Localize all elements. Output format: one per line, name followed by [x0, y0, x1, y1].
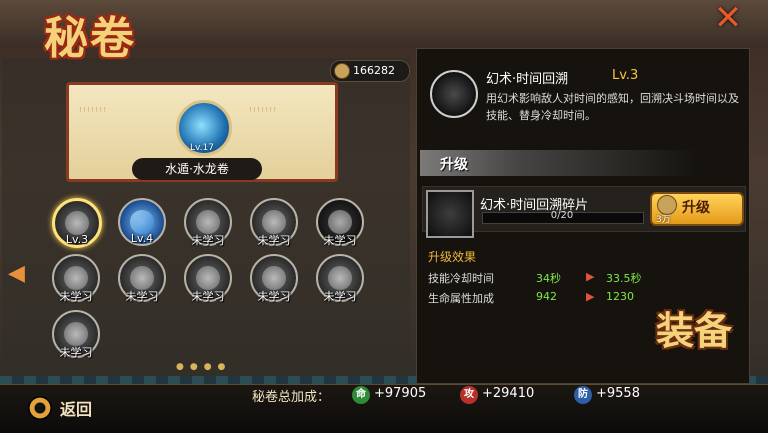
skill-10-icon [328, 266, 352, 290]
skill-slot-6[interactable]: 未学习 [52, 254, 100, 303]
attack-bonus-value: +29410 [482, 386, 535, 401]
currency-display: 166282 [330, 60, 410, 82]
upgrade-heading: 升级 [440, 157, 468, 173]
effect-from: 942 [536, 290, 557, 303]
effect-from: 34秒 [536, 272, 561, 285]
skill-7-icon [130, 266, 154, 290]
skill-slot-9[interactable]: 未学习 [250, 254, 298, 303]
skill-5-icon [328, 210, 352, 234]
equip-button[interactable]: 装备 [656, 308, 756, 408]
skill-slot-7[interactable]: 未学习 [118, 254, 166, 303]
skill-6-icon [64, 266, 88, 290]
skill-slot-11[interactable]: 未学习 [52, 310, 100, 359]
skill-level: Lv.3 [612, 68, 639, 83]
scroll-level: Lv.17 [190, 143, 214, 153]
bonus-label: 秘卷总加成： [252, 390, 331, 405]
arrow-right-icon: ▶ [586, 270, 595, 283]
scroll-name: 水遁·水龙卷 [132, 158, 262, 180]
prev-page-arrow-icon[interactable]: ◀ [8, 262, 28, 286]
page-title: 秘卷 [44, 13, 136, 64]
upgrade-cost: 3万 [656, 215, 671, 225]
skill-label: Lv.3 [65, 233, 89, 246]
skill-slot-10[interactable]: 未学习 [316, 254, 364, 303]
skill-slot-4[interactable]: 未学习 [250, 198, 298, 247]
selected-skill-icon [430, 70, 478, 118]
currency-amount: 166282 [353, 64, 395, 77]
attack-badge-icon: 攻 [460, 386, 478, 404]
skill-3-icon [196, 210, 220, 234]
arrow-right-icon: ▶ [586, 290, 595, 303]
effect-to: 1230 [606, 290, 634, 303]
skill-slot-2[interactable]: Lv.4 [118, 198, 166, 246]
skill-11-icon [64, 322, 88, 346]
skill-9-icon [262, 266, 286, 290]
skill-8-icon [196, 266, 220, 290]
skill-slot-3[interactable]: 未学习 [184, 198, 232, 247]
upgrade-header-bar [420, 150, 746, 176]
skill-label: 未学习 [125, 290, 159, 303]
effect-to: 33.5秒 [606, 272, 642, 285]
skill-slot-5[interactable]: 未学习 [316, 198, 364, 247]
skill-description: 用幻术影响敌人对时间的感知，回溯决斗场时间以及技能、替身冷却时间。 [486, 92, 739, 122]
effect-label: 技能冷却时间 [428, 272, 494, 285]
skill-label: 未学习 [257, 290, 291, 303]
skill-name: 幻术·时间回溯 [486, 72, 569, 87]
effects-heading: 升级效果 [428, 250, 477, 264]
effect-label: 生命属性加成 [428, 292, 494, 305]
life-bonus-value: +97905 [374, 386, 427, 401]
skill-label: 未学习 [323, 290, 357, 303]
coin-icon [334, 63, 350, 79]
skill-4-icon [262, 210, 286, 234]
defense-badge-icon: 防 [574, 386, 592, 404]
fragment-count: 0/20 [550, 210, 574, 221]
skill-label: 未学习 [191, 234, 225, 247]
life-badge-icon: 命 [352, 386, 370, 404]
skill-label: Lv.4 [130, 232, 154, 245]
skill-slot-8[interactable]: 未学习 [184, 254, 232, 303]
skill-label: 未学习 [191, 290, 225, 303]
upgrade-button-label: 升级 [682, 200, 710, 216]
defense-bonus-value: +9558 [596, 386, 640, 401]
skill-2-icon [130, 210, 154, 234]
back-eye-icon[interactable] [28, 396, 52, 420]
close-x-icon[interactable]: ✕ [706, 1, 750, 35]
fragment-icon[interactable] [426, 190, 474, 238]
skill-label: 未学习 [257, 234, 291, 247]
skill-1-icon [65, 211, 89, 235]
scroll-pattern-right: ꜝꜝꜝꜝꜝꜝꜝ [249, 105, 278, 119]
skill-label: 未学习 [59, 290, 93, 303]
scroll-pattern-left: ꜝꜝꜝꜝꜝꜝꜝ [79, 105, 108, 119]
skill-label: 未学习 [59, 346, 93, 359]
skill-slot-1[interactable]: Lv.3 [52, 198, 102, 248]
skill-label: 未学习 [323, 234, 357, 247]
page-indicator-dots: ●●●● [176, 362, 232, 372]
back-button[interactable]: 返回 [60, 396, 92, 420]
